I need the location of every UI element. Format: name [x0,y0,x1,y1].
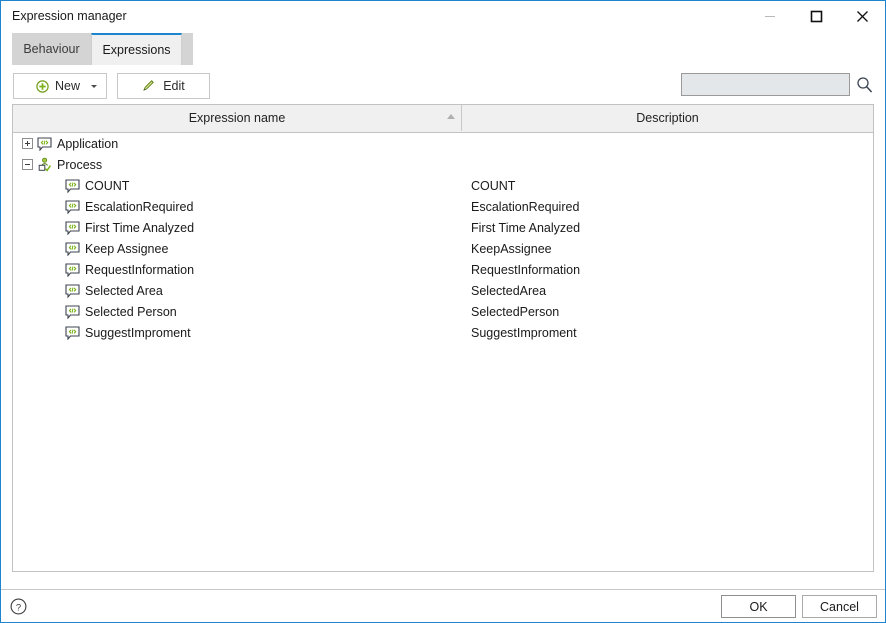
cell-description: EscalationRequired [471,199,580,214]
search-input[interactable] [681,73,850,96]
svg-text:?: ? [15,602,20,613]
expression-manager-dialog: Expression manager Behaviour Expressions… [0,0,886,623]
expression-name-label: Selected Area [85,283,163,298]
tab-strip-filler [182,33,193,65]
new-button-label: New [55,79,81,93]
help-button[interactable]: ? [9,597,27,615]
expression-name-label: Keep Assignee [85,241,169,256]
edit-button[interactable]: Edit [117,73,210,99]
cancel-button-label: Cancel [820,599,859,614]
table-row[interactable]: Keep Assignee KeepAssignee [13,238,873,259]
expression-name-label: COUNT [85,178,130,193]
cell-description: RequestInformation [471,262,581,277]
plus-circle-icon [36,79,49,93]
help-circle-icon: ? [10,598,26,614]
chevron-down-icon[interactable] [91,85,97,88]
expression-icon [64,283,80,299]
tab-expressions[interactable]: Expressions [91,33,182,65]
cell-description: KeepAssignee [471,241,552,256]
cell-description: COUNT [471,178,516,193]
expression-icon [64,178,80,194]
close-button[interactable] [839,1,885,31]
tab-expressions-label: Expressions [102,43,171,57]
maximize-icon [810,10,822,22]
expression-icon [64,325,80,341]
table-row[interactable]: SuggestImproment SuggestImproment [13,322,873,343]
new-button[interactable]: New [13,73,107,99]
edit-button-label: Edit [163,79,185,93]
table-row[interactable]: First Time Analyzed First Time Analyzed [13,217,873,238]
maximize-button[interactable] [793,1,839,31]
toolbar: New Edit [1,65,885,105]
close-icon [856,10,868,22]
cell-expression-name: SuggestImproment [13,325,462,341]
column-header-expression-name-label: Expression name [188,111,286,125]
dialog-footer: ? OK Cancel [1,590,885,622]
expression-name-label: First Time Analyzed [85,220,195,235]
expression-name-label: Process [57,157,103,172]
title-bar: Expression manager [1,1,885,31]
cell-expression-name: Selected Area [13,283,462,299]
window-controls [747,1,885,31]
expression-icon [64,262,80,278]
cell-expression-name: Selected Person [13,304,462,320]
expression-icon [64,220,80,236]
table-row[interactable]: Application [13,133,873,154]
expression-icon [36,136,52,152]
cell-description: SelectedPerson [471,304,560,319]
cancel-button[interactable]: Cancel [802,595,877,618]
table-row[interactable]: COUNT COUNT [13,175,873,196]
expression-name-label: RequestInformation [85,262,195,277]
expression-icon [64,304,80,320]
cell-expression-name: COUNT [13,178,462,194]
minimize-icon [765,16,775,17]
cell-expression-name: Keep Assignee [13,241,462,257]
column-header-expression-name[interactable]: Expression name [13,105,462,131]
ok-button-label: OK [749,599,768,614]
collapse-icon[interactable] [22,159,33,170]
cell-expression-name: RequestInformation [13,262,462,278]
tab-behaviour[interactable]: Behaviour [12,33,91,65]
expression-name-label: SuggestImproment [85,325,191,340]
table-row[interactable]: Process [13,154,873,175]
process-icon [36,157,52,173]
sort-ascending-icon [447,114,455,119]
expression-icon [64,241,80,257]
table-row[interactable]: EscalationRequired EscalationRequired [13,196,873,217]
column-header-description-label: Description [636,111,699,125]
cell-description: First Time Analyzed [471,220,581,235]
search-icon[interactable] [856,76,873,93]
ok-button[interactable]: OK [721,595,796,618]
table-row[interactable]: Selected Person SelectedPerson [13,301,873,322]
search-area [681,73,873,96]
expand-icon[interactable] [22,138,33,149]
cell-expression-name: Process [13,157,462,173]
window-title: Expression manager [12,9,127,23]
cell-expression-name: First Time Analyzed [13,220,462,236]
table-row[interactable]: RequestInformation RequestInformation [13,259,873,280]
expression-name-label: EscalationRequired [85,199,194,214]
pencil-icon [142,78,156,95]
expressions-grid: Expression name Description Application P… [12,104,874,572]
minimize-button[interactable] [747,1,793,31]
column-header-description[interactable]: Description [462,105,873,131]
expression-name-label: Application [57,136,119,151]
grid-body: Application Process COUNT COUNT EscalationRe… [13,133,873,571]
tab-behaviour-label: Behaviour [23,42,80,56]
cell-description: SuggestImproment [471,325,577,340]
expression-name-label: Selected Person [85,304,177,319]
dialog-body: New Edit Expression name Description App… [1,65,885,589]
expression-icon [64,199,80,215]
grid-header-row: Expression name Description [13,105,873,133]
cell-description: SelectedArea [471,283,547,298]
cell-expression-name: Application [13,136,462,152]
cell-expression-name: EscalationRequired [13,199,462,215]
table-row[interactable]: Selected Area SelectedArea [13,280,873,301]
tab-strip: Behaviour Expressions [1,31,885,65]
